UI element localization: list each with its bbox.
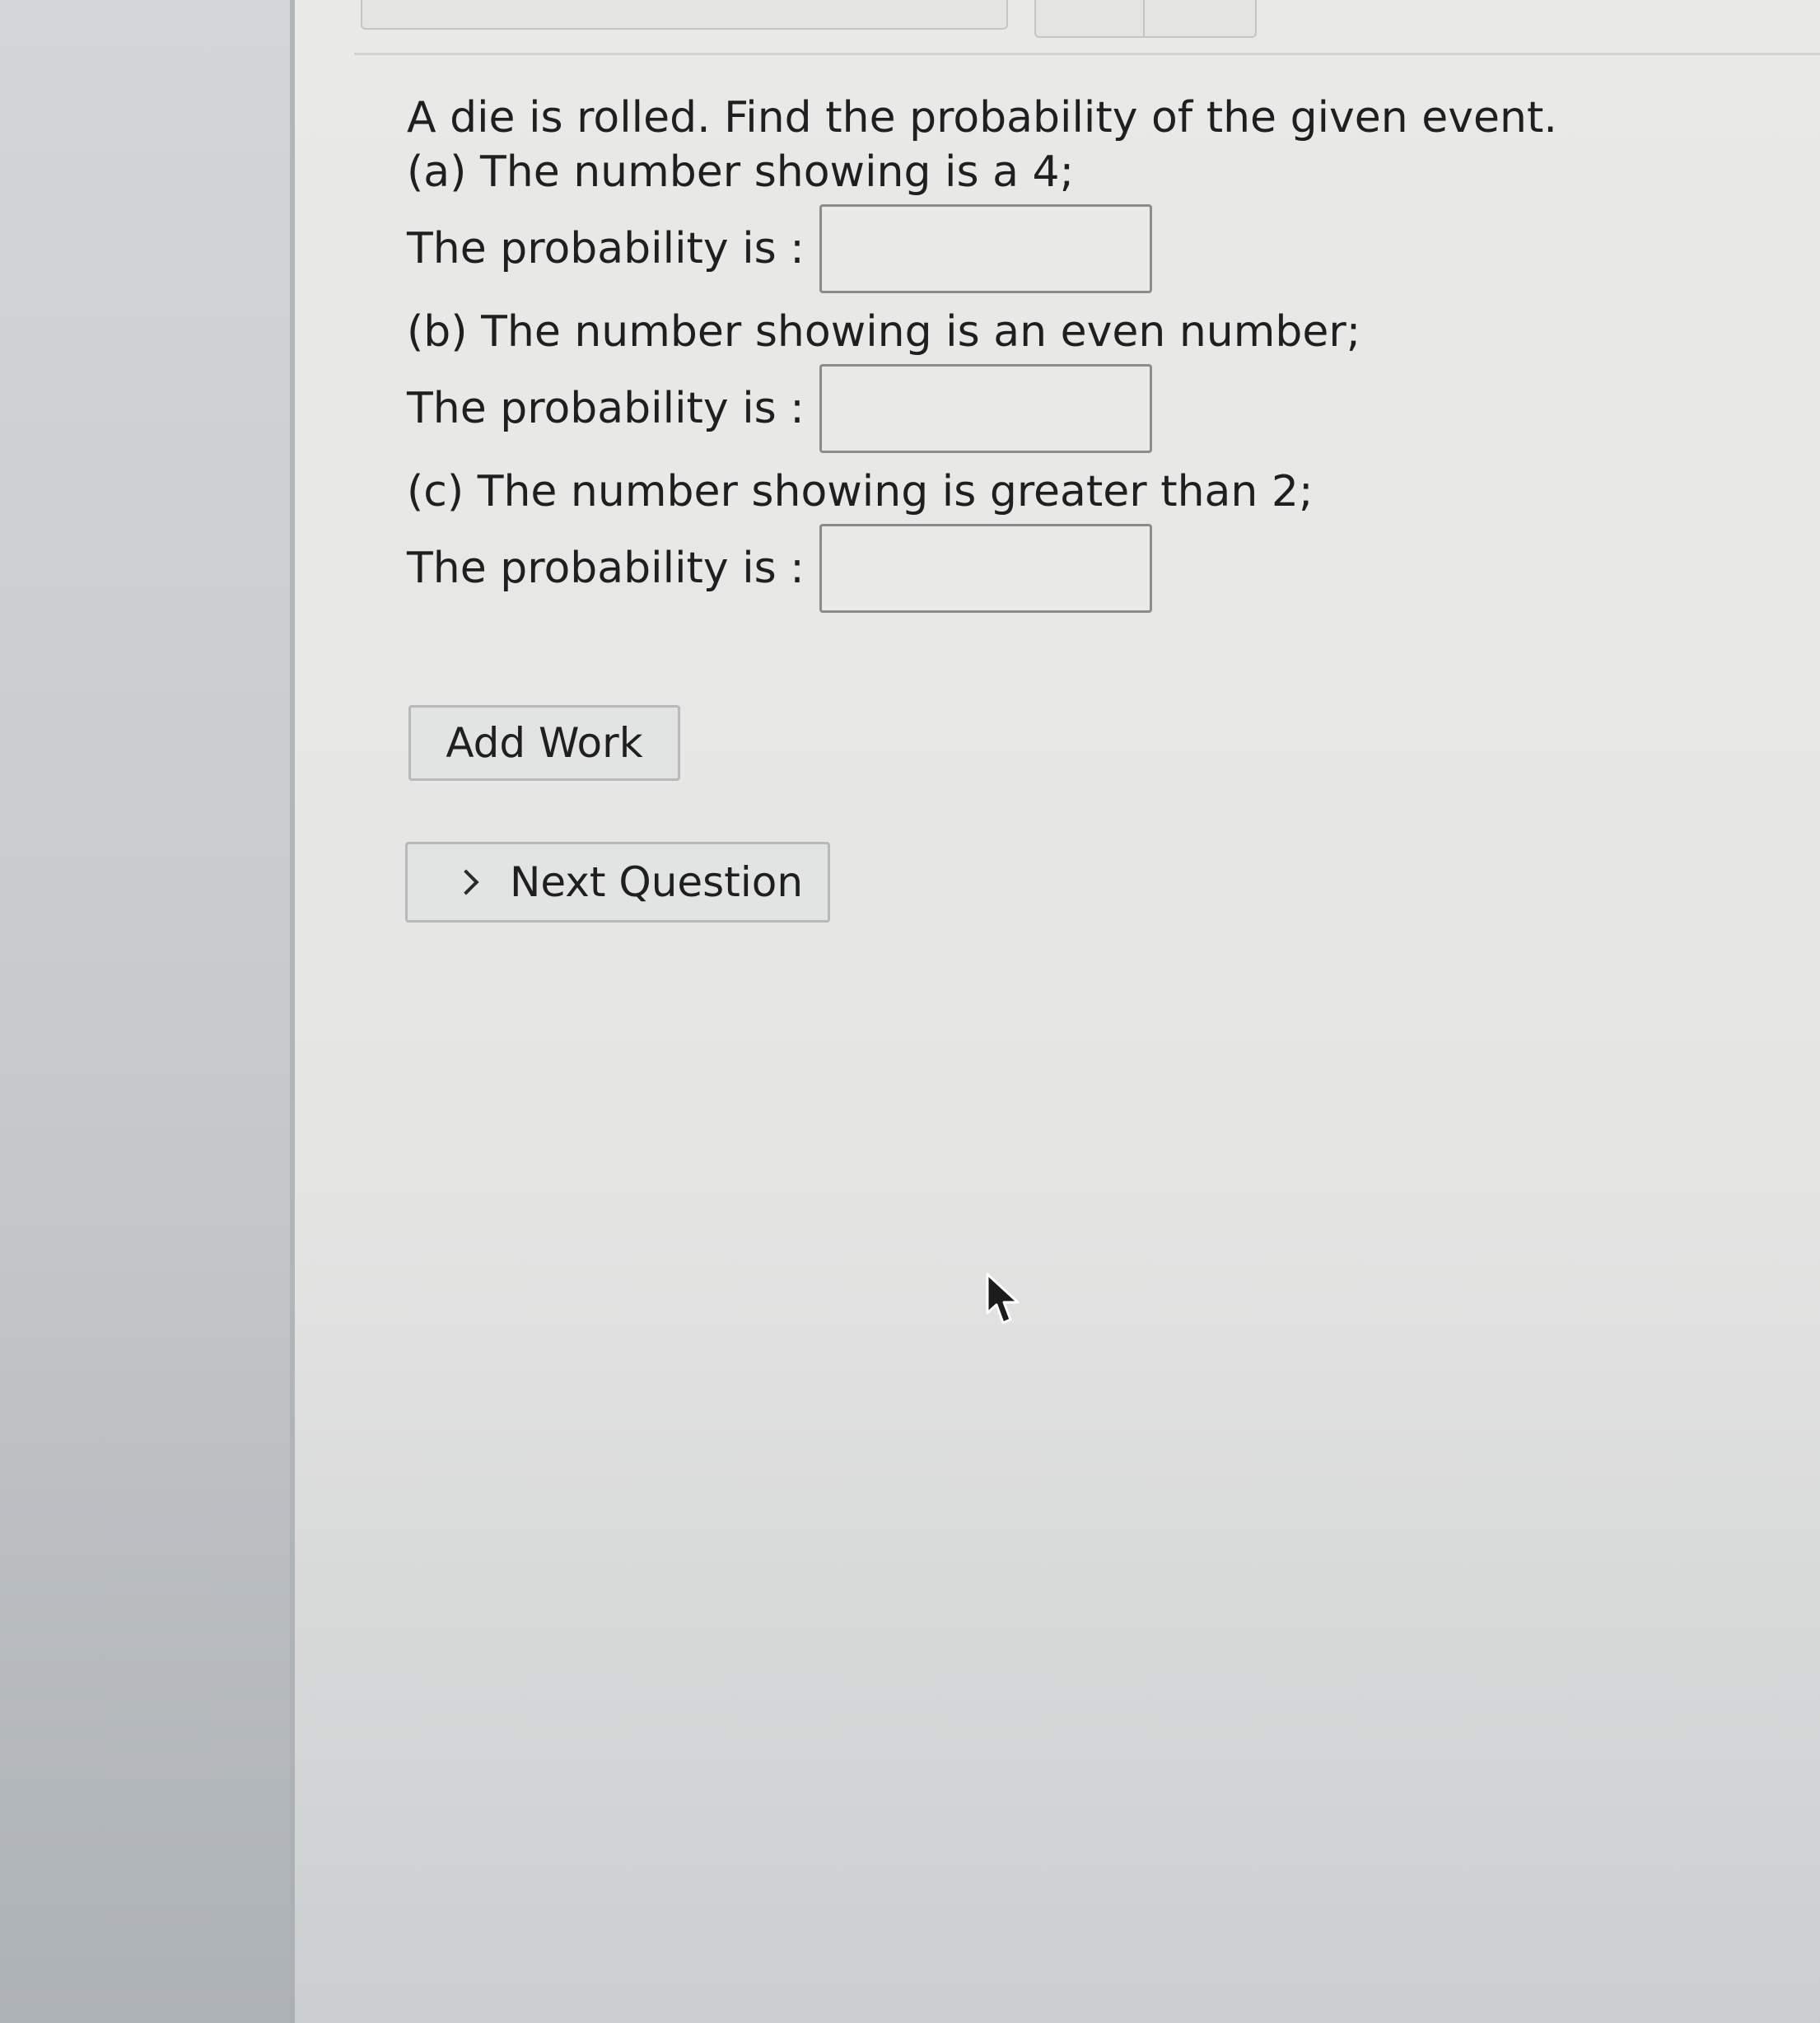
next-question-label: Next Question <box>510 858 804 906</box>
part-b-answer-row: The probability is : <box>407 364 1557 453</box>
part-b-answer-label: The probability is : <box>407 384 805 433</box>
question-block: A die is rolled. Find the probability of… <box>407 91 1557 624</box>
tab-split <box>1143 0 1145 36</box>
header-rule <box>354 53 1820 55</box>
part-c-answer-input[interactable] <box>819 524 1152 613</box>
chevron-right-icon <box>453 869 479 895</box>
part-b-text: (b) The number showing is an even number… <box>407 307 1361 357</box>
add-work-label: Add Work <box>446 719 643 767</box>
part-c-answer-label: The probability is : <box>407 544 805 593</box>
part-a-text: (a) The number showing is a 4; <box>407 147 1075 197</box>
top-tab-right[interactable] <box>1034 0 1257 38</box>
part-c-text: (c) The number showing is greater than 2… <box>407 467 1314 516</box>
left-margin <box>0 0 290 2023</box>
part-b-answer-input[interactable] <box>819 364 1152 453</box>
next-question-button[interactable]: Next Question <box>405 842 830 923</box>
part-a-answer-row: The probability is : <box>407 204 1557 293</box>
top-tab-left[interactable] <box>361 0 1008 30</box>
part-a-answer-label: The probability is : <box>407 224 805 273</box>
mouse-pointer-icon <box>986 1273 1020 1325</box>
question-prompt: A die is rolled. Find the probability of… <box>407 93 1557 142</box>
add-work-button[interactable]: Add Work <box>408 705 680 781</box>
part-c-answer-row: The probability is : <box>407 524 1557 613</box>
part-a-answer-input[interactable] <box>819 204 1152 293</box>
